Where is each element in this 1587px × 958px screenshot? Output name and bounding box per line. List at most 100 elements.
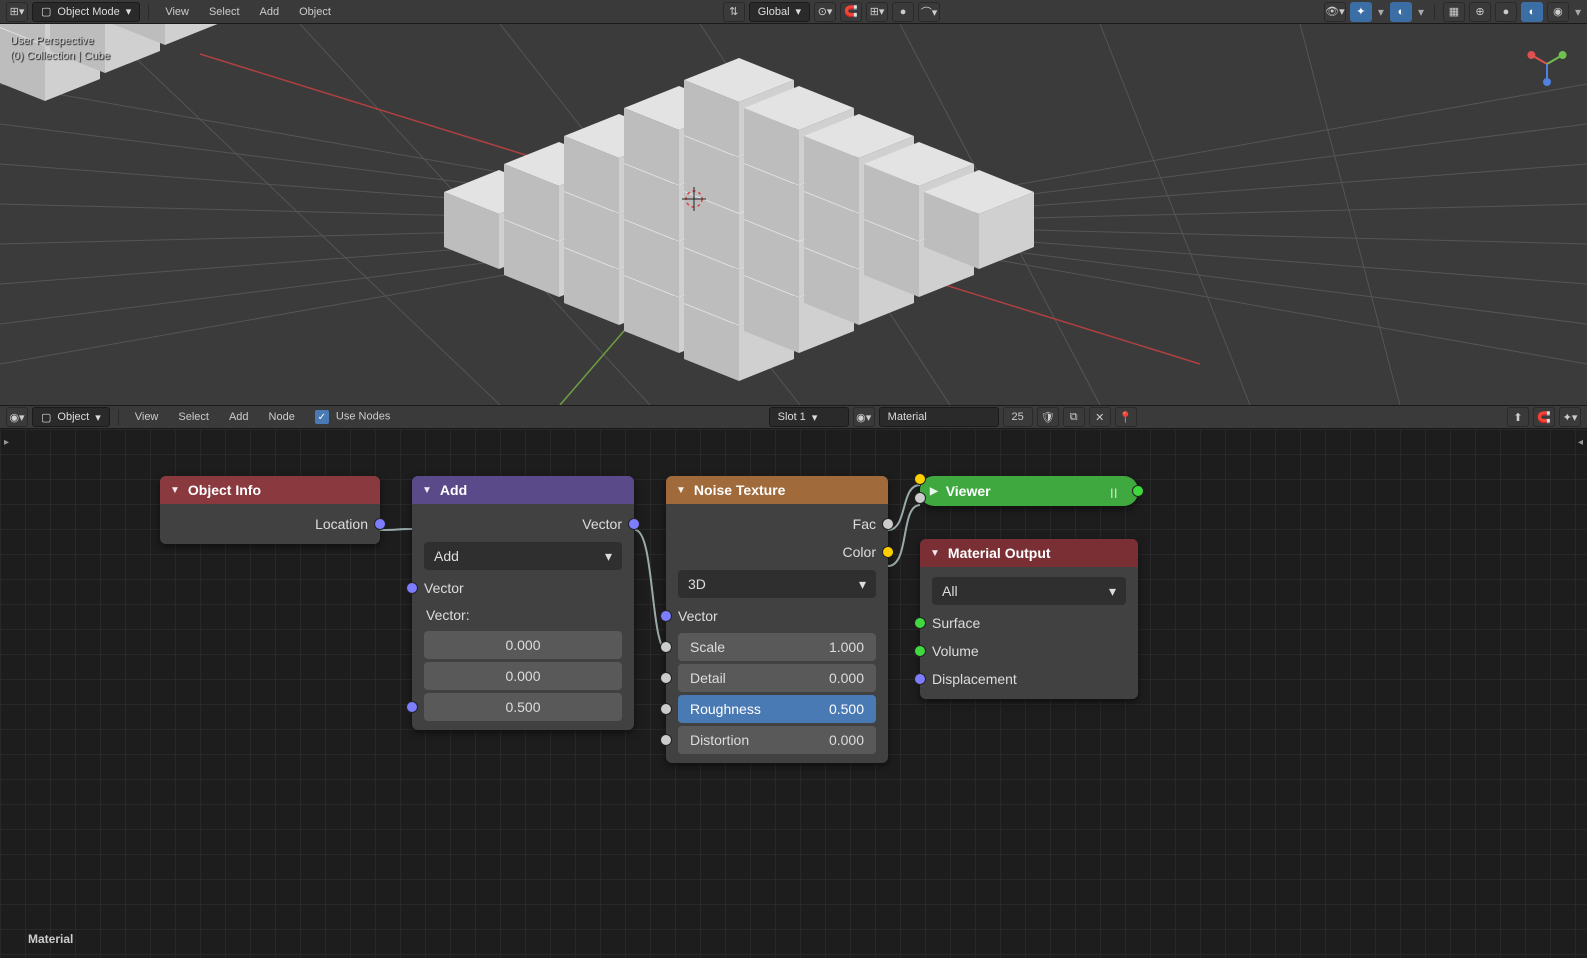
- unlink-icon[interactable]: ✕: [1089, 407, 1111, 427]
- vector-z-field[interactable]: 0.500: [424, 693, 622, 721]
- 3d-viewport[interactable]: User Perspective (0) Collection | Cube: [0, 24, 1587, 405]
- nodetree-path-label: Material: [28, 932, 73, 946]
- detail-field[interactable]: Detail0.000: [678, 664, 876, 692]
- snap-type-icon[interactable]: ⊞▾: [866, 2, 888, 22]
- socket-float-icon[interactable]: [660, 672, 672, 684]
- menu-add[interactable]: Add: [252, 3, 288, 21]
- use-nodes-toggle[interactable]: ✓ Use Nodes: [307, 407, 398, 427]
- socket-vector-icon[interactable]: [914, 673, 926, 685]
- expand-left-icon[interactable]: ▸: [4, 437, 9, 448]
- menu-add[interactable]: Add: [221, 408, 257, 426]
- dimension-dropdown[interactable]: 3D ▾: [678, 570, 876, 598]
- editor-type-icon[interactable]: ⊞▾: [6, 2, 28, 22]
- shading-material-icon[interactable]: ◐: [1521, 2, 1543, 22]
- triangle-down-icon: ▼: [676, 485, 686, 496]
- menu-object[interactable]: Object: [291, 3, 339, 21]
- socket-float-icon[interactable]: [660, 641, 672, 653]
- chevron-down-icon: ▾: [859, 576, 866, 593]
- socket-vector-icon[interactable]: [374, 518, 386, 530]
- input-vector-a[interactable]: Vector: [412, 574, 634, 602]
- socket-vector-icon[interactable]: [628, 518, 640, 530]
- node-title[interactable]: ▼ Object Info: [160, 476, 380, 504]
- socket-float-icon[interactable]: [660, 734, 672, 746]
- snap-target-icon[interactable]: ✦▾: [1559, 407, 1581, 427]
- pin-icon[interactable]: 📍: [1115, 407, 1137, 427]
- socket-float-icon[interactable]: [882, 518, 894, 530]
- socket-float-icon[interactable]: [914, 492, 926, 504]
- input-volume[interactable]: Volume: [920, 637, 1138, 665]
- vector-y-field[interactable]: 0.000: [424, 662, 622, 690]
- node-viewer[interactable]: ▶ Viewer ||: [920, 476, 1138, 506]
- chevron-down-icon[interactable]: ▾: [1418, 5, 1424, 19]
- socket-color-icon[interactable]: [914, 473, 926, 485]
- socket-shader-icon[interactable]: [914, 617, 926, 629]
- expand-right-icon[interactable]: ◂: [1578, 437, 1583, 448]
- socket-vector-icon[interactable]: [406, 582, 418, 594]
- overlay-perspective: User Perspective: [10, 34, 110, 49]
- snap-toggle[interactable]: 🧲: [840, 2, 862, 22]
- menu-view[interactable]: View: [127, 408, 167, 426]
- node-title[interactable]: ▼ Noise Texture: [666, 476, 888, 504]
- node-type-dropdown[interactable]: ▢ Object ▾: [32, 407, 110, 427]
- snap-icon[interactable]: 🧲: [1533, 407, 1555, 427]
- target-dropdown[interactable]: All ▾: [932, 577, 1126, 605]
- socket-shader-icon[interactable]: [914, 645, 926, 657]
- proportional-edit-icon[interactable]: ●: [892, 2, 914, 22]
- editor-type-icon[interactable]: ◉▾: [6, 407, 28, 427]
- node-title[interactable]: ▼ Material Output: [920, 539, 1138, 567]
- material-name-field[interactable]: Material: [879, 407, 999, 427]
- node-editor[interactable]: ▸ ◂ ▼ Object Info Location ▼ Add Vector: [0, 429, 1587, 958]
- material-browse-icon[interactable]: ◉▾: [853, 407, 875, 427]
- input-displacement[interactable]: Displacement: [920, 665, 1138, 693]
- pivot-icon[interactable]: ⊙▾: [814, 2, 836, 22]
- node-material-output[interactable]: ▼ Material Output All ▾ Surface Volume D…: [920, 539, 1138, 699]
- input-vector[interactable]: Vector: [666, 602, 888, 630]
- overlays-toggle[interactable]: ◐: [1390, 2, 1412, 22]
- output-vector[interactable]: Vector: [412, 510, 634, 538]
- output-location[interactable]: Location: [160, 510, 380, 538]
- check-icon: ✓: [315, 410, 329, 424]
- socket-vector-icon[interactable]: [660, 610, 672, 622]
- socket-float-icon[interactable]: [660, 703, 672, 715]
- vector-x-field[interactable]: 0.000: [424, 631, 622, 659]
- shading-solid-icon[interactable]: ●: [1495, 2, 1517, 22]
- material-users[interactable]: 25: [1003, 407, 1033, 427]
- visibility-icon[interactable]: 👁▾: [1324, 2, 1346, 22]
- mode-dropdown[interactable]: ▢ Object Mode ▾: [32, 2, 140, 22]
- drag-handle-icon[interactable]: ||: [1110, 488, 1118, 499]
- input-surface[interactable]: Surface: [920, 609, 1138, 637]
- xray-icon[interactable]: ▦: [1443, 2, 1465, 22]
- node-vector-add[interactable]: ▼ Add Vector Add ▾ Vector Vector: 0.000 …: [412, 476, 634, 730]
- scale-field[interactable]: Scale1.000: [678, 633, 876, 661]
- socket-vector-icon[interactable]: [406, 701, 418, 713]
- orientation-dropdown[interactable]: Global ▾: [749, 2, 810, 22]
- output-fac[interactable]: Fac: [666, 510, 888, 538]
- menu-view[interactable]: View: [157, 3, 197, 21]
- nav-gizmo[interactable]: [1527, 44, 1567, 84]
- distortion-field[interactable]: Distortion0.000: [678, 726, 876, 754]
- shading-rendered-icon[interactable]: ◉: [1547, 2, 1569, 22]
- socket-color-icon[interactable]: [882, 546, 894, 558]
- node-object-info[interactable]: ▼ Object Info Location: [160, 476, 380, 544]
- menu-node[interactable]: Node: [261, 408, 303, 426]
- proportional-falloff-icon[interactable]: ⌒▾: [918, 2, 940, 22]
- node-title[interactable]: ▶ Viewer ||: [920, 476, 1138, 506]
- separator: [1434, 4, 1435, 20]
- gizmo-toggle[interactable]: ✦: [1350, 2, 1372, 22]
- orientation-icon[interactable]: ⇅: [723, 2, 745, 22]
- operation-dropdown[interactable]: Add ▾: [424, 542, 622, 570]
- node-title[interactable]: ▼ Add: [412, 476, 634, 504]
- socket-shader-icon[interactable]: [1132, 485, 1144, 497]
- chevron-down-icon[interactable]: ▾: [1378, 5, 1384, 19]
- slot-dropdown[interactable]: Slot 1 ▾: [769, 407, 849, 427]
- chevron-down-icon[interactable]: ▾: [1575, 5, 1581, 19]
- node-noise-texture[interactable]: ▼ Noise Texture Fac Color 3D ▾ Vector: [666, 476, 888, 763]
- menu-select[interactable]: Select: [201, 3, 248, 21]
- output-color[interactable]: Color: [666, 538, 888, 566]
- menu-select[interactable]: Select: [170, 408, 217, 426]
- shading-wireframe-icon[interactable]: ⊕: [1469, 2, 1491, 22]
- duplicate-icon[interactable]: ⧉: [1063, 407, 1085, 427]
- roughness-field[interactable]: Roughness0.500: [678, 695, 876, 723]
- shield-icon[interactable]: 🛡: [1037, 407, 1059, 427]
- parent-nodetree-icon[interactable]: ⬆: [1507, 407, 1529, 427]
